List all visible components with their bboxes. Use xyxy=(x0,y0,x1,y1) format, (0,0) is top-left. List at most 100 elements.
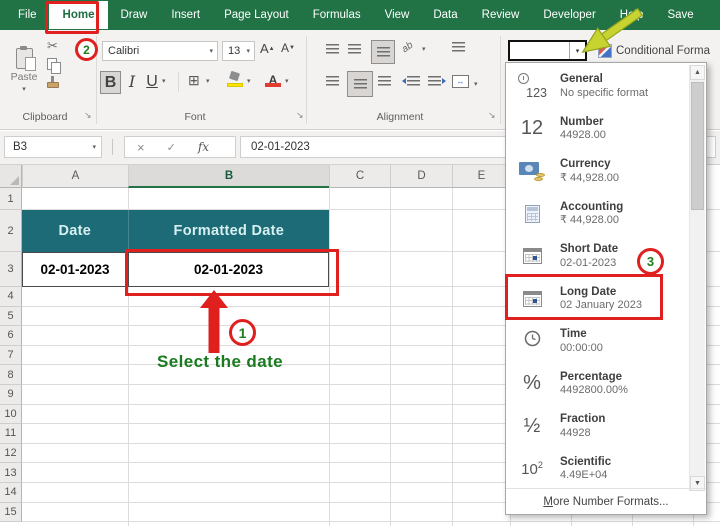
step-3-badge: 3 xyxy=(637,248,664,275)
format-option-name: Accounting xyxy=(560,200,623,214)
paste-dropdown-icon: ▾ xyxy=(22,85,26,93)
row-header-6[interactable]: 6 xyxy=(0,326,22,346)
format-icon-box xyxy=(510,330,554,352)
scrollbar-thumb[interactable] xyxy=(691,82,704,210)
format-icon-box xyxy=(510,248,554,264)
more-formats-label: ore Number Formats... xyxy=(553,496,669,508)
align-center-icon xyxy=(354,79,367,89)
format-option-fraction[interactable]: ½ Fraction44928 xyxy=(506,405,688,448)
cell-b2[interactable]: Formatted Date xyxy=(129,210,329,252)
calendar-icon xyxy=(523,248,542,264)
grid-vline xyxy=(329,188,330,526)
formula-value: 02-01-2023 xyxy=(241,141,310,153)
format-option-text: Currency₹ 44,928.00 xyxy=(560,157,619,185)
select-all-corner[interactable] xyxy=(0,165,22,188)
red-up-arrow xyxy=(198,288,232,356)
step-1-badge: 1 xyxy=(229,319,256,346)
format-option-text: Short Date02-01-2023 xyxy=(560,242,618,270)
column-header-b[interactable]: B xyxy=(128,165,329,188)
name-box[interactable]: B3 ▾ xyxy=(4,136,102,158)
column-header-e[interactable]: E xyxy=(452,165,510,188)
row-header-9[interactable]: 9 xyxy=(0,385,22,405)
format-option-time[interactable]: Time00:00:00 xyxy=(506,320,688,363)
alignment-dialog-launcher-icon[interactable]: ↘ xyxy=(488,110,496,121)
format-option-text: Time00:00:00 xyxy=(560,327,603,355)
row-header-3[interactable]: 3 xyxy=(0,252,22,287)
format-option-text: Fraction44928 xyxy=(560,412,605,440)
row-header-11[interactable]: 11 xyxy=(0,424,22,444)
font-dialog-launcher-icon[interactable]: ↘ xyxy=(296,110,304,121)
row-header-1[interactable]: 1 xyxy=(0,188,22,210)
format-icon-box xyxy=(510,205,554,223)
format-option-text: Number44928.00 xyxy=(560,115,606,143)
b3-annotation-box xyxy=(125,249,339,296)
row-header-12[interactable]: 12 xyxy=(0,444,22,464)
clipboard-dialog-launcher-icon[interactable]: ↘ xyxy=(84,110,92,121)
column-header-a[interactable]: A xyxy=(22,165,128,188)
format-option-currency[interactable]: Currency₹ 44,928.00 xyxy=(506,150,688,193)
insert-function-icon[interactable]: fx xyxy=(198,140,209,154)
scientific-icon: 102 xyxy=(521,460,543,478)
more-number-formats-item[interactable]: More Number Formats... xyxy=(506,488,706,514)
format-option-example: 4.49E+04 xyxy=(560,469,611,483)
table-header-row: Date Formatted Date xyxy=(22,210,329,252)
format-option-text: Percentage4492800.00% xyxy=(560,370,628,398)
row-header-4[interactable]: 4 xyxy=(0,287,22,307)
grid-hline xyxy=(22,521,720,522)
currency-icon xyxy=(519,162,545,181)
format-icon-box: % xyxy=(510,372,554,395)
format-option-percentage[interactable]: % Percentage4492800.00% xyxy=(506,363,688,406)
format-option-example: 4492800.00% xyxy=(560,384,628,398)
row-header-2[interactable]: 2 xyxy=(0,210,22,252)
format-option-text: Scientific4.49E+04 xyxy=(560,455,611,483)
alignment-group-label: Alignment xyxy=(355,111,445,123)
format-option-name: Scientific xyxy=(560,455,611,469)
format-option-example: ₹ 44,928.00 xyxy=(560,214,623,228)
format-option-example: ₹ 44,928.00 xyxy=(560,172,619,186)
format-option-scientific[interactable]: 102 Scientific4.49E+04 xyxy=(506,448,688,491)
name-box-dropdown-icon[interactable]: ▾ xyxy=(92,143,101,151)
formula-buttons: × ✓ fx xyxy=(124,136,236,158)
clipboard-group-label: Clipboard xyxy=(4,111,86,123)
yellow-arrow-to-number-format xyxy=(0,0,720,80)
format-option-example: No specific format xyxy=(560,87,648,101)
scroll-down-icon: ▼ xyxy=(694,480,701,487)
row-header-15[interactable]: 15 xyxy=(0,503,22,523)
number-icon: 12 xyxy=(521,117,543,140)
cell-a2[interactable]: Date xyxy=(22,210,129,252)
format-option-example: 00:00:00 xyxy=(560,342,603,356)
name-box-value: B3 xyxy=(5,141,92,153)
format-icon-box xyxy=(510,162,554,181)
more-formats-accelerator: M xyxy=(543,496,553,508)
format-option-accounting[interactable]: Accounting₹ 44,928.00 xyxy=(506,193,688,236)
row-header-7[interactable]: 7 xyxy=(0,346,22,366)
format-option-example: 44928 xyxy=(560,427,605,441)
format-option-name: Number xyxy=(560,115,606,129)
cell-a3[interactable]: 02-01-2023 xyxy=(22,252,128,287)
format-option-example: 44928.00 xyxy=(560,129,606,143)
cancel-icon[interactable]: × xyxy=(137,140,145,155)
clock-icon xyxy=(524,330,541,352)
row-header-14[interactable]: 14 xyxy=(0,483,22,503)
format-option-name: Time xyxy=(560,327,603,341)
row-header-5[interactable]: 5 xyxy=(0,307,22,327)
row-header-8[interactable]: 8 xyxy=(0,365,22,385)
fraction-icon: ½ xyxy=(524,415,541,438)
formula-bar-separator xyxy=(112,139,113,155)
row-header-13[interactable]: 13 xyxy=(0,463,22,483)
format-icon-box: 12 xyxy=(510,117,554,140)
format-option-name: Fraction xyxy=(560,412,605,426)
format-option-name: Short Date xyxy=(560,242,618,256)
format-painter-icon xyxy=(47,82,59,88)
row-header-10[interactable]: 10 xyxy=(0,405,22,425)
dropdown-scrollbar[interactable]: ▲ ▼ xyxy=(689,65,705,491)
grid-vline xyxy=(390,188,391,526)
calculator-icon xyxy=(525,205,540,223)
column-header-d[interactable]: D xyxy=(390,165,452,188)
merge-center-dropdown-icon[interactable]: ▾ xyxy=(474,80,478,88)
enter-icon[interactable]: ✓ xyxy=(167,141,176,154)
format-option-number[interactable]: 12 Number44928.00 xyxy=(506,108,688,151)
column-header-c[interactable]: C xyxy=(329,165,390,188)
format-option-name: Percentage xyxy=(560,370,628,384)
format-option-example: 02-01-2023 xyxy=(560,257,618,271)
